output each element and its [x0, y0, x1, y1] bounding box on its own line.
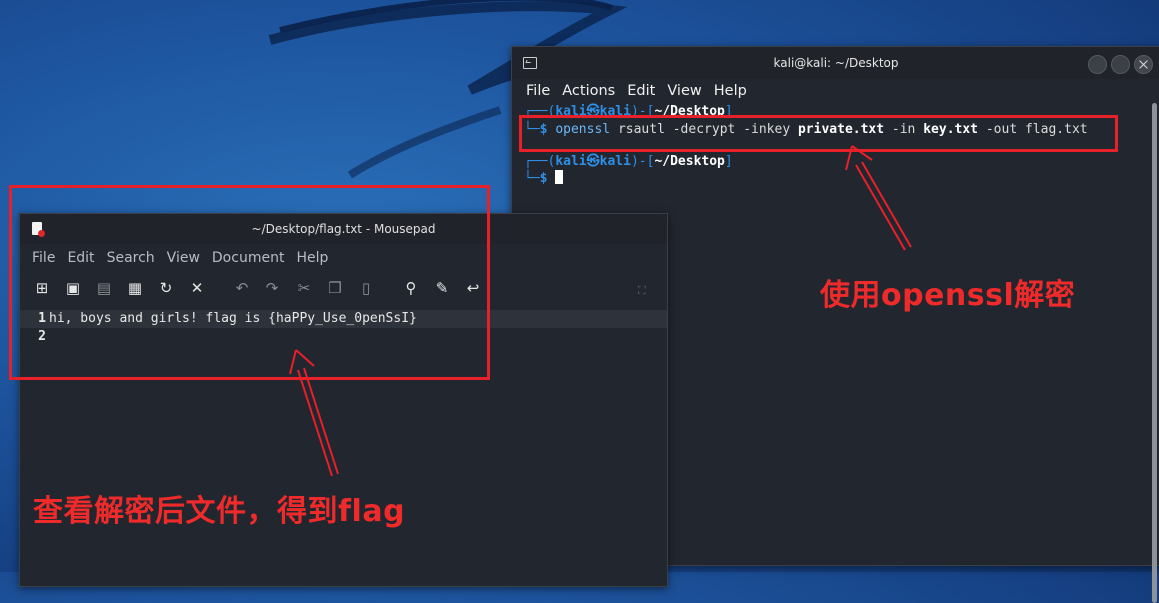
terminal-menubar: File Actions Edit View Help [512, 79, 1159, 103]
terminal-title: kali@kali: ~/Desktop [773, 56, 899, 70]
fullscreen-icon[interactable]: ⛶ [638, 284, 650, 297]
command-highlight-box [519, 115, 1118, 152]
minimize-button[interactable] [1088, 55, 1107, 74]
terminal-titlebar[interactable]: kali@kali: ~/Desktop [512, 47, 1159, 79]
editor-annotation: 查看解密后文件，得到flag [33, 494, 406, 529]
menu-file[interactable]: File [522, 79, 554, 103]
input-line[interactable]: └─$ [524, 170, 564, 186]
flag-highlight-box [9, 185, 490, 380]
terminal-icon [523, 57, 537, 69]
close-button[interactable] [1134, 55, 1153, 74]
terminal-annotation: 使用openssl解密 [820, 278, 1076, 313]
menu-actions[interactable]: Actions [558, 79, 619, 103]
prompt-line-2: ┌──(kali㉿kali)-[~/Desktop] [524, 154, 733, 169]
menu-help[interactable]: Help [710, 79, 751, 103]
menu-view[interactable]: View [663, 79, 705, 103]
scrollbar-thumb[interactable] [1152, 103, 1157, 603]
text-cursor [555, 170, 564, 184]
terminal-scrollbar[interactable] [1152, 103, 1157, 603]
maximize-button[interactable] [1111, 55, 1130, 74]
menu-edit[interactable]: Edit [623, 79, 659, 103]
